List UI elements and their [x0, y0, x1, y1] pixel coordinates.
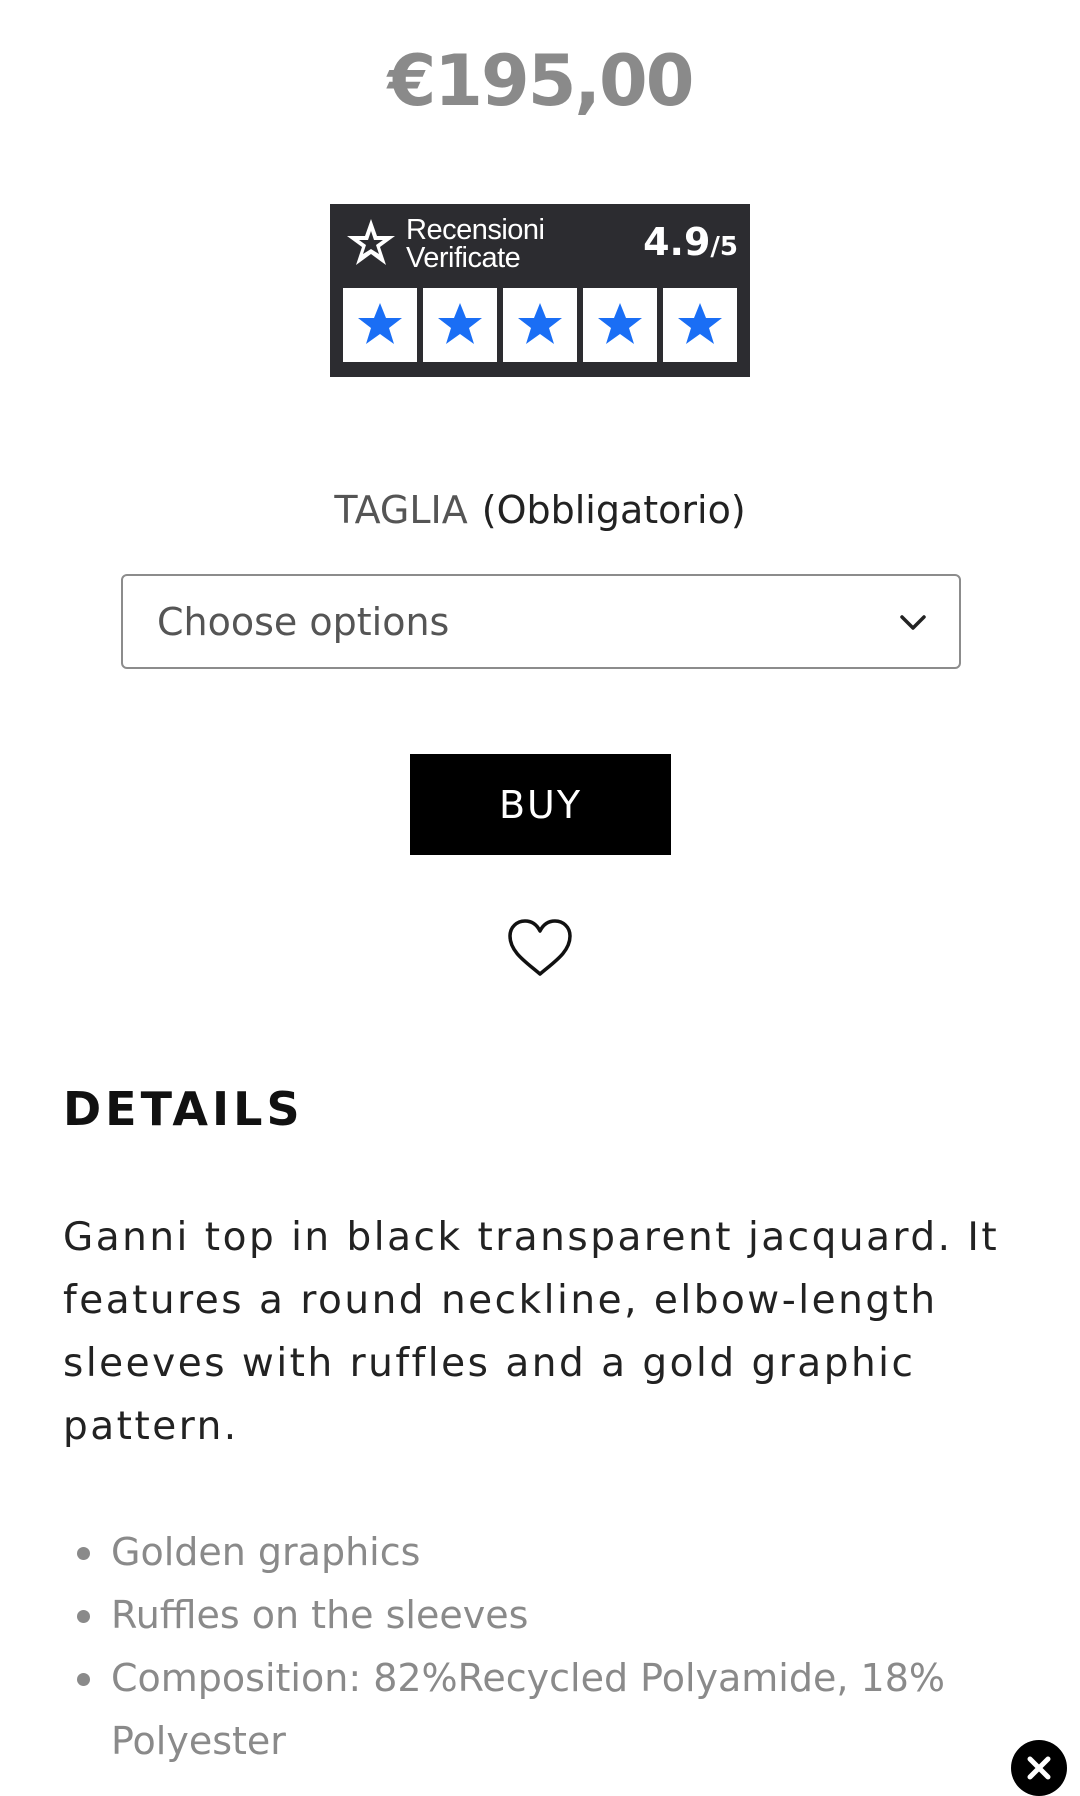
rating-stars — [343, 288, 737, 362]
close-button[interactable] — [1011, 1740, 1067, 1796]
reviews-brand-line2: Verificate — [406, 242, 521, 274]
reviews-score-value: 4.9 — [643, 220, 711, 264]
feature-list: Golden graphics Ruffles on the sleeves C… — [63, 1521, 1023, 1773]
reviews-score: 4.9/5 — [643, 220, 738, 264]
size-label: TAGLIA (Obbligatorio) — [0, 488, 1080, 532]
chevron-down-icon — [900, 615, 926, 630]
star-icon — [663, 288, 737, 362]
reviews-brand-line1: Recensioni — [406, 214, 545, 246]
size-required-note: (Obbligatorio) — [481, 488, 746, 532]
product-description: Ganni top in black transparent jacquard.… — [63, 1215, 1000, 1449]
size-label-name: TAGLIA — [334, 488, 468, 532]
reviews-score-max: /5 — [710, 232, 738, 262]
product-price: €195,00 — [387, 40, 695, 122]
size-select-placeholder: Choose options — [157, 599, 450, 644]
reviews-brand: Recensioni Verificate — [406, 214, 545, 274]
close-icon — [1027, 1756, 1051, 1780]
star-icon — [503, 288, 577, 362]
verified-reviews-badge[interactable]: Recensioni Verificate 4.9/5 — [330, 204, 750, 377]
buy-button[interactable]: BUY — [410, 754, 671, 855]
list-item: Golden graphics — [63, 1521, 1023, 1584]
details-heading: DETAILS — [63, 1082, 304, 1136]
star-icon — [423, 288, 497, 362]
star-icon — [343, 288, 417, 362]
star-icon — [583, 288, 657, 362]
reviews-logo-icon — [347, 219, 395, 265]
list-item: Composition: 82%Recycled Polyamide, 18% … — [63, 1647, 1023, 1773]
list-item: Ruffles on the sleeves — [63, 1584, 1023, 1647]
size-select[interactable]: Choose options — [121, 574, 961, 669]
heart-outline-icon[interactable] — [506, 918, 574, 978]
